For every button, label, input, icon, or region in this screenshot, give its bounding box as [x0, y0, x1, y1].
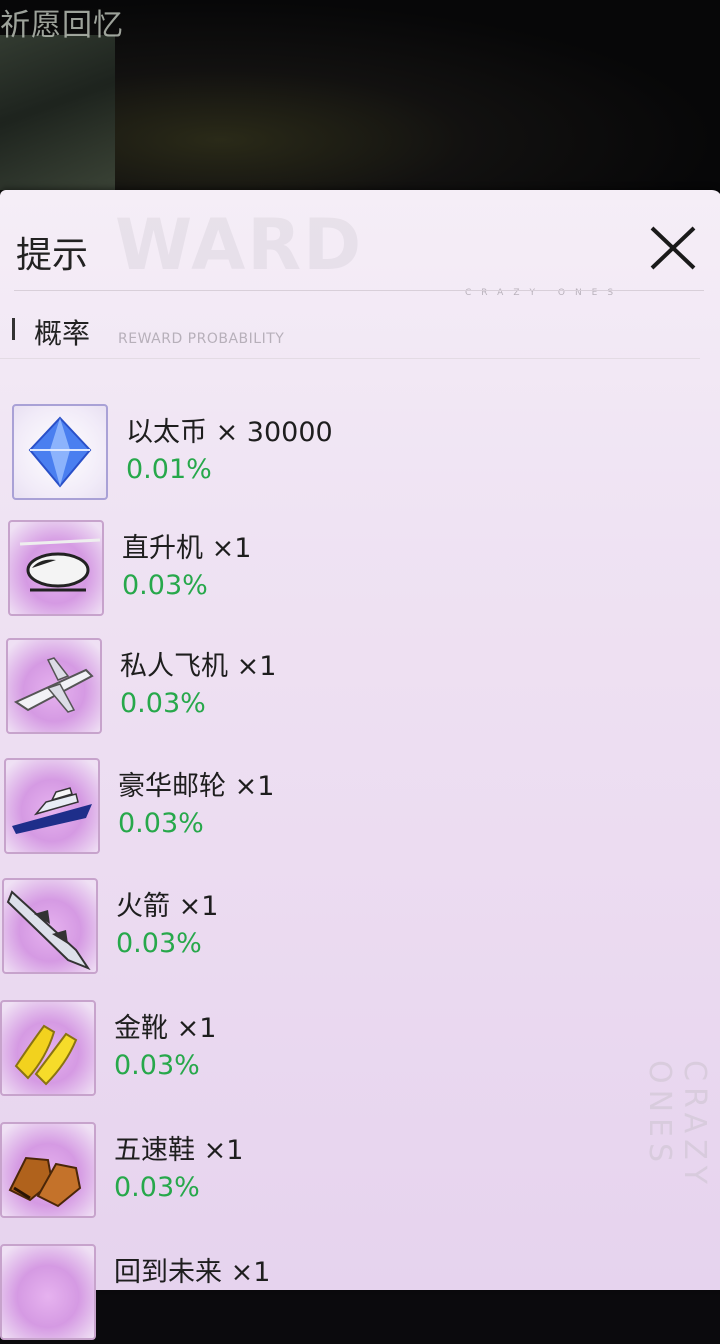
reward-item: 直升机 ×1 0.03% — [8, 520, 608, 620]
reward-item: 私人飞机 ×1 0.03% — [6, 638, 606, 738]
rocket-icon — [2, 878, 98, 974]
dialog-watermark: WARD — [115, 204, 364, 286]
reward-name: 五速鞋 ×1 — [114, 1135, 244, 1166]
reward-probability: 0.03% — [114, 1172, 200, 1203]
reward-item: 回到未来 ×1 — [0, 1244, 600, 1344]
reward-probability: 0.03% — [114, 1050, 200, 1081]
close-button[interactable] — [646, 220, 700, 274]
section-title: 概率 — [34, 317, 91, 350]
reward-name: 直升机 ×1 — [122, 533, 252, 564]
helicopter-icon — [8, 520, 104, 616]
reward-item: 豪华邮轮 ×1 0.03% — [4, 758, 604, 858]
reward-probability: 0.01% — [126, 454, 212, 485]
yacht-icon — [4, 758, 100, 854]
reward-name: 以太币 × 30000 — [126, 417, 333, 448]
reward-item: 以太币 × 30000 0.01% — [12, 404, 612, 504]
dialog-title: 提示 — [16, 235, 89, 276]
reward-name: 豪华邮轮 ×1 — [118, 771, 275, 802]
reward-name: 回到未来 ×1 — [114, 1257, 271, 1288]
reward-item: 金靴 ×1 0.03% — [0, 1000, 600, 1100]
golden-boots-icon — [0, 1000, 96, 1096]
item-icon — [0, 1244, 96, 1340]
section-marker — [12, 318, 15, 340]
reward-name: 私人飞机 ×1 — [120, 651, 277, 682]
sneakers-icon — [0, 1122, 96, 1218]
reward-probability: 0.03% — [116, 928, 202, 959]
reward-probability: 0.03% — [120, 688, 206, 719]
section-divider — [0, 358, 700, 359]
reward-item: 五速鞋 ×1 0.03% — [0, 1122, 600, 1222]
section-subtitle: REWARD PROBABILITY — [118, 331, 285, 347]
reward-name: 火箭 ×1 — [116, 891, 219, 922]
side-watermark: CRAZY ONES — [642, 1060, 712, 1190]
title-divider — [14, 290, 704, 291]
crystal-icon — [12, 404, 108, 500]
background-title: 祈愿回忆 — [0, 8, 124, 43]
reward-probability-dialog: WARD 提示 CRAZY ONES 概率 REWARD PROBABILITY… — [0, 190, 720, 1340]
reward-probability: 0.03% — [118, 808, 204, 839]
airplane-icon — [6, 638, 102, 734]
reward-name: 金靴 ×1 — [114, 1013, 217, 1044]
background-thumbnail — [0, 35, 115, 190]
reward-probability: 0.03% — [122, 570, 208, 601]
close-icon — [650, 226, 696, 270]
reward-item: 火箭 ×1 0.03% — [2, 878, 602, 978]
